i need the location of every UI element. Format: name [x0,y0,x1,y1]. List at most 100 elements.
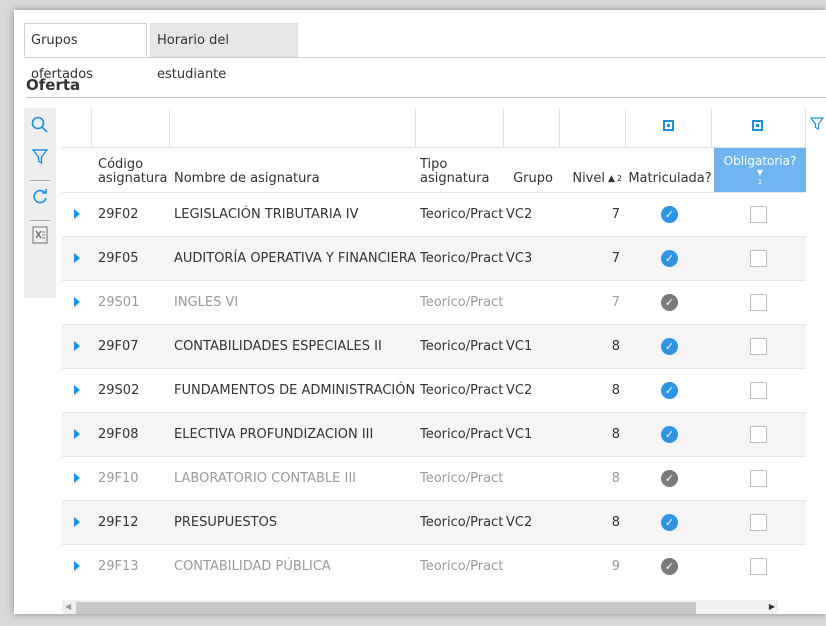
expand-row-icon[interactable] [74,473,80,483]
offer-panel: Grupos ofertados Horario del estudiante … [14,10,826,614]
filter-cell-tipo[interactable] [416,108,504,148]
matriculada-check-icon[interactable]: ✓ [661,338,678,355]
matriculada-check-icon[interactable]: ✓ [661,514,678,531]
header-grupo[interactable]: Grupo [508,148,558,192]
cell-nombre: PRESUPUESTOS [174,515,278,530]
sort-asc-icon: ▲ [607,174,615,184]
filter-cell-matriculada[interactable] [626,108,712,148]
filter-icon[interactable] [28,148,52,172]
matriculada-check-icon[interactable]: ✓ [661,250,678,267]
tab-grupos-ofertados[interactable]: Grupos ofertados [24,23,147,82]
table-row[interactable]: 29F05 AUDITORÍA OPERATIVA Y FINANCIERA Teo… [62,236,806,280]
header-tipo[interactable]: Tipo asignatura [420,148,500,192]
table-row[interactable]: 29S01 INGLES VI Teorico/Practi 7 ✓ [62,280,806,324]
cell-tipo: Teorico/Practi [420,515,504,530]
table-row[interactable]: 29F08 ELECTIVA PROFUNDIZACION III Teorico/… [62,412,806,456]
select-all-matriculada-icon[interactable] [663,120,674,131]
cell-grupo: VC1 [506,339,533,354]
select-all-obligatoria-icon[interactable] [752,120,763,131]
obligatoria-checkbox[interactable] [750,294,767,311]
cell-grupo [506,281,546,324]
obligatoria-checkbox[interactable] [750,206,767,223]
obligatoria-checkbox[interactable] [750,250,767,267]
cell-nivel: 8 [611,383,620,398]
table-row[interactable]: 29F12 PRESUPUESTOS Teorico/Practi VC2 8 ✓ [62,500,806,544]
sort-order-badge: 2 [616,174,622,183]
search-icon[interactable] [28,116,52,140]
obligatoria-checkbox[interactable] [750,382,767,399]
expand-row-icon[interactable] [74,297,80,307]
matriculada-check-icon: ✓ [661,470,678,487]
expand-row-icon[interactable] [74,561,80,571]
section-divider [26,97,826,98]
obligatoria-checkbox[interactable] [750,338,767,355]
table-row[interactable]: 29S02 FUNDAMENTOS DE ADMINISTRACIÓN PÚ Teo… [62,368,806,412]
cell-grupo: VC2 [506,515,533,530]
cell-codigo: 29F02 [98,207,139,222]
matriculada-check-icon: ✓ [661,558,678,575]
scroll-left-icon[interactable]: ◀ [65,602,71,611]
expand-row-icon[interactable] [74,341,80,351]
cell-nivel: 8 [611,471,620,486]
obligatoria-checkbox[interactable] [750,426,767,443]
filter-cell-obligatoria[interactable] [712,108,806,148]
header-obligatoria[interactable]: Obligatoria? ▼ 1 [714,148,806,192]
offer-grid: Código asignatura Nombre de asignatura T… [62,108,826,614]
refresh-icon[interactable] [28,188,52,212]
expand-row-icon[interactable] [74,209,80,219]
tab-horario-estudiante[interactable]: Horario del estudiante [150,23,298,82]
export-excel-icon[interactable] [28,226,52,250]
header-obligatoria-label: Obligatoria? [723,154,797,168]
cell-codigo: 29F13 [98,559,139,574]
horizontal-scrollbar[interactable]: ◀ ▶ [62,600,778,614]
header-nivel[interactable]: Nivel ▲ 2 [562,148,626,192]
filter-cell-codigo[interactable] [92,108,170,148]
table-row[interactable]: 29F13 CONTABILIDAD PÚBLICA Teorico/Practi 9… [62,544,806,588]
filter-cell-nombre[interactable] [170,108,416,148]
obligatoria-checkbox[interactable] [750,470,767,487]
cell-grupo: VC1 [506,427,533,442]
cell-grupo: VC3 [506,251,533,266]
cell-nombre: FUNDAMENTOS DE ADMINISTRACIÓN PÚ [174,383,416,398]
expand-row-icon[interactable] [74,517,80,527]
cell-codigo: 29S01 [98,295,140,310]
cell-nombre: ELECTIVA PROFUNDIZACION III [174,427,374,442]
cell-grupo: VC2 [506,383,533,398]
cell-tipo: Teorico/Practi [420,427,504,442]
cell-nivel: 7 [611,251,620,266]
scroll-right-icon[interactable]: ▶ [769,602,775,611]
expand-row-icon[interactable] [74,429,80,439]
cell-nombre: AUDITORÍA OPERATIVA Y FINANCIERA [174,251,416,266]
matriculada-check-icon[interactable]: ✓ [661,206,678,223]
cell-nivel: 8 [611,339,620,354]
cell-codigo: 29F07 [98,339,139,354]
cell-tipo: Teorico/Practi [420,471,504,486]
table-row[interactable]: 29F07 CONTABILIDADES ESPECIALES II Teorico… [62,324,806,368]
tab-bar: Grupos ofertados Horario del estudiante [24,23,826,82]
filter-cell-nivel[interactable] [560,108,626,148]
matriculada-check-icon[interactable]: ✓ [661,382,678,399]
header-codigo[interactable]: Código asignatura [98,148,170,192]
horizontal-scroll-thumb[interactable] [76,602,696,614]
cell-tipo: Teorico/Practi [420,559,504,574]
cell-grupo [506,545,546,588]
header-nombre[interactable]: Nombre de asignatura [174,148,414,192]
cell-nivel: 8 [611,515,620,530]
header-nivel-label: Nivel [572,171,605,186]
filter-cell-grupo[interactable] [504,108,560,148]
cell-tipo: Teorico/Practi [420,207,504,222]
header-matriculada[interactable]: Matriculada? [628,148,712,192]
expand-row-icon[interactable] [74,385,80,395]
obligatoria-checkbox[interactable] [750,558,767,575]
cell-nivel: 7 [611,295,620,310]
column-filter-icon[interactable] [809,116,825,135]
cell-nombre: INGLES VI [174,295,239,310]
expand-row-icon[interactable] [74,253,80,263]
table-row[interactable]: 29F10 LABORATORIO CONTABLE III Teorico/Pra… [62,456,806,500]
cell-nombre: LEGISLACIÓN TRIBUTARIA IV [174,207,359,222]
obligatoria-checkbox[interactable] [750,514,767,531]
cell-grupo [506,457,546,500]
cell-nivel: 8 [611,427,620,442]
matriculada-check-icon[interactable]: ✓ [661,426,678,443]
table-row[interactable]: 29F02 LEGISLACIÓN TRIBUTARIA IV Teorico/Pr… [62,192,806,236]
